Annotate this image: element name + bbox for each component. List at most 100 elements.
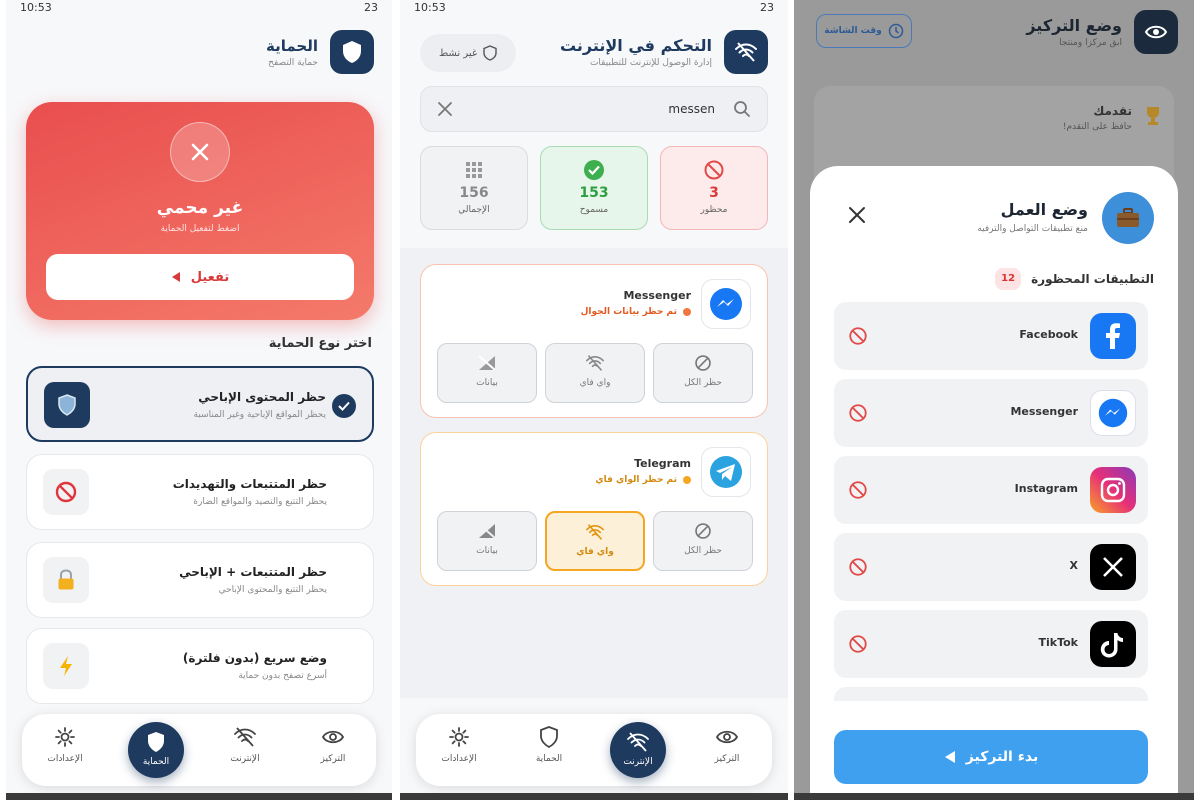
close-icon[interactable] bbox=[437, 101, 453, 117]
page-subtitle: حماية التصفح bbox=[268, 57, 318, 68]
signal-off-icon bbox=[478, 355, 496, 371]
nav-internet[interactable]: الإنترنت bbox=[210, 726, 280, 764]
eye-icon bbox=[715, 730, 739, 744]
nav-focus[interactable]: التركيز bbox=[298, 726, 368, 764]
app-name: Messenger bbox=[1010, 405, 1078, 418]
blocked-app-row[interactable]: Instagram bbox=[834, 456, 1148, 524]
app-name: X bbox=[1069, 559, 1078, 572]
block-all-toggle[interactable]: حظر الكل bbox=[653, 343, 753, 403]
work-mode-sheet: وضع العمل منع تطبيقات التواصل والترفيه ا… bbox=[810, 166, 1178, 800]
status-battery: 23 bbox=[364, 1, 378, 14]
close-icon[interactable] bbox=[848, 206, 866, 224]
shield-outline-icon bbox=[483, 45, 497, 61]
blocked-apps-title: التطبيقات المحظورة bbox=[1031, 272, 1154, 286]
close-circle-icon bbox=[170, 122, 230, 182]
shield-outline-icon bbox=[540, 726, 558, 748]
activate-button[interactable]: تفعيل bbox=[46, 254, 354, 300]
block-all-toggle[interactable]: حظر الكل bbox=[653, 511, 753, 571]
no-entry-icon bbox=[43, 469, 89, 515]
clock-icon bbox=[888, 23, 903, 39]
nav-settings[interactable]: الإعدادات bbox=[30, 726, 100, 764]
screen-time-button[interactable]: وقت الشاشة bbox=[816, 14, 912, 48]
start-focus-button[interactable]: بدء التركيز bbox=[834, 730, 1148, 784]
option-trackers-adult-block[interactable]: حظر المتتبعات + الإباحي يحظر التتبع والم… bbox=[26, 542, 374, 618]
control-label: حظر الكل bbox=[684, 378, 722, 388]
telegram-logo-icon bbox=[701, 447, 751, 497]
status-pill[interactable]: غير نشط bbox=[420, 34, 516, 72]
app-status: تم حظر الواي فاي bbox=[595, 475, 691, 485]
check-icon bbox=[332, 394, 356, 418]
nav-protection[interactable]: الحماية bbox=[514, 726, 584, 764]
nav-label: الحماية bbox=[142, 757, 170, 767]
search-field[interactable]: messen bbox=[420, 86, 768, 132]
app-name: TikTok bbox=[1038, 636, 1078, 649]
nav-focus[interactable]: التركيز bbox=[692, 726, 762, 764]
nav-internet[interactable]: الإنترنت bbox=[610, 722, 666, 778]
app-status-text: تم حظر الواي فاي bbox=[595, 475, 677, 485]
nav-label: الإعدادات bbox=[441, 754, 477, 764]
nav-label: التركيز bbox=[320, 754, 346, 764]
section-title: اختر نوع الحماية bbox=[268, 336, 372, 351]
blocked-app-row[interactable]: TikTok bbox=[834, 610, 1148, 678]
messenger-logo-icon bbox=[1090, 390, 1136, 436]
stat-allowed: 153 مسموح bbox=[540, 146, 648, 230]
search-input[interactable]: messen bbox=[668, 102, 715, 116]
app-name: Facebook bbox=[1019, 328, 1078, 341]
trophy-icon bbox=[1142, 104, 1164, 126]
status-time: 10:53 bbox=[20, 1, 52, 14]
status-dot bbox=[683, 308, 691, 316]
option-trackers-block[interactable]: حظر المتتبعات والتهديدات يحظر التتبع وال… bbox=[26, 454, 374, 530]
block-icon bbox=[848, 326, 868, 346]
blocked-app-row[interactable]: X bbox=[834, 533, 1148, 601]
shield-emoji-icon bbox=[44, 382, 90, 428]
mobile-data-toggle[interactable]: بيانات bbox=[437, 511, 537, 571]
briefcase-icon bbox=[1102, 192, 1154, 244]
blocked-app-row[interactable]: Messenger bbox=[834, 379, 1148, 447]
page-header: الحماية حماية التصفح bbox=[266, 30, 374, 74]
search-icon bbox=[733, 100, 751, 118]
option-subtitle: يحظر التتبع والتصيد والمواقع الضارة bbox=[193, 497, 327, 507]
app-name: Instagram bbox=[1014, 482, 1078, 495]
page-subtitle: ابق مركزا ومنتجا bbox=[1059, 38, 1122, 48]
stat-label: مسموح bbox=[579, 205, 609, 215]
gear-icon bbox=[449, 727, 469, 747]
signal-off-icon bbox=[478, 523, 496, 539]
progress-title: تقدمك bbox=[1093, 104, 1132, 118]
control-label: واي فاي bbox=[576, 547, 614, 557]
option-fast-mode[interactable]: وضع سريع (بدون فلترة) أسرع تصفح بدون حما… bbox=[26, 628, 374, 704]
mobile-data-toggle[interactable]: بيانات bbox=[437, 343, 537, 403]
app-card-telegram: Telegram تم حظر الواي فاي بيانات واي فاي… bbox=[420, 432, 768, 586]
nav-protection[interactable]: الحماية bbox=[128, 722, 184, 778]
stat-label: الإجمالي bbox=[458, 205, 490, 215]
status-battery: 23 bbox=[760, 1, 774, 14]
block-icon bbox=[848, 480, 868, 500]
internet-control-screen: 10:53 23 التحكم في الإنترنت إدارة الوصول… bbox=[400, 0, 788, 800]
x-logo-icon bbox=[1090, 544, 1136, 590]
bottom-nav: الإعدادات الحماية الإنترنت التركيز bbox=[416, 714, 772, 786]
page-header: التحكم في الإنترنت إدارة الوصول للإنترنت… bbox=[560, 30, 768, 74]
protection-status-card[interactable]: غير محمي اضغط لتفعيل الحماية تفعيل bbox=[26, 102, 374, 320]
stat-total: 156 الإجمالي bbox=[420, 146, 528, 230]
screen-time-label: وقت الشاشة bbox=[824, 26, 882, 36]
sheet-subtitle: منع تطبيقات التواصل والترفيه bbox=[977, 224, 1088, 234]
wifi-off-icon bbox=[234, 727, 256, 747]
control-label: حظر الكل bbox=[684, 546, 722, 556]
control-label: واي فاي bbox=[579, 378, 611, 388]
option-adult-block[interactable]: حظر المحتوى الإباحي يحظر المواقع الإباحي… bbox=[26, 366, 374, 442]
block-icon bbox=[848, 634, 868, 654]
start-focus-label: بدء التركيز bbox=[965, 749, 1039, 765]
blocked-app-row[interactable]: Facebook bbox=[834, 302, 1148, 370]
status-bar: 10:53 23 bbox=[6, 0, 392, 18]
nav-settings[interactable]: الإعدادات bbox=[424, 726, 494, 764]
play-icon bbox=[171, 272, 180, 282]
block-icon bbox=[703, 159, 725, 181]
eye-icon bbox=[321, 730, 345, 744]
option-subtitle: أسرع تصفح بدون حماية bbox=[238, 671, 327, 681]
lock-icon bbox=[43, 557, 89, 603]
stat-label: محظور bbox=[700, 205, 728, 215]
facebook-logo-icon bbox=[1090, 313, 1136, 359]
wifi-toggle[interactable]: واي فاي bbox=[545, 343, 645, 403]
wifi-off-icon bbox=[585, 524, 604, 540]
protection-hint: اضغط لتفعيل الحماية bbox=[160, 224, 240, 234]
wifi-toggle[interactable]: واي فاي bbox=[545, 511, 645, 571]
